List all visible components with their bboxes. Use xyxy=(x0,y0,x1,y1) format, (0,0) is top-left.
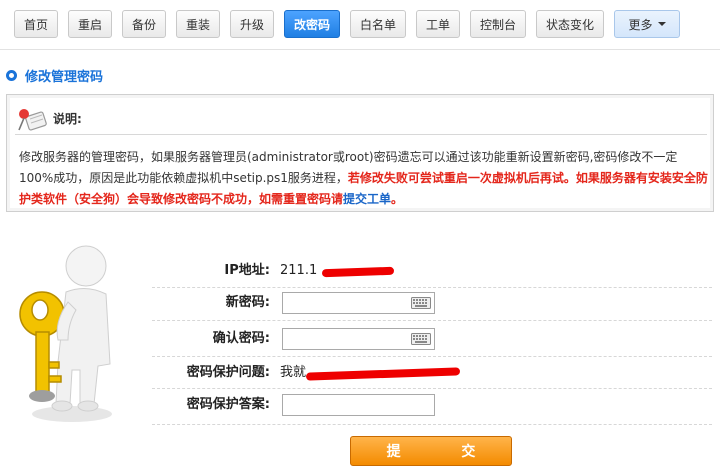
tab-backup[interactable]: 备份 xyxy=(122,10,166,38)
tab-more-dropdown[interactable]: 更多 xyxy=(614,10,680,38)
tab-label: 备份 xyxy=(131,17,156,32)
virtual-keyboard-icon[interactable] xyxy=(411,333,431,345)
ip-row: IP地址: 211.1 xyxy=(152,256,712,286)
ip-label: IP地址: xyxy=(224,263,270,278)
tab-restart[interactable]: 重启 xyxy=(68,10,112,38)
tab-label: 白名单 xyxy=(359,17,396,32)
tab-label: 工单 xyxy=(425,17,450,32)
row-divider xyxy=(152,320,712,321)
security-answer-input[interactable] xyxy=(282,394,435,416)
row-divider xyxy=(152,356,712,357)
tab-change-password[interactable]: 改密码 xyxy=(284,10,340,38)
virtual-keyboard-icon[interactable] xyxy=(411,297,431,309)
notice-box: 说明: 修改服务器的管理密码，如果服务器管理员(administrator或ro… xyxy=(6,94,714,212)
tab-label: 升级 xyxy=(239,17,264,32)
bullet-circle-icon xyxy=(6,70,17,81)
security-answer-label: 密码保护答案: xyxy=(186,397,270,412)
row-divider xyxy=(152,388,712,389)
redaction-mark xyxy=(321,266,395,278)
tab-reinstall[interactable]: 重装 xyxy=(176,10,220,38)
section-title: 修改管理密码 xyxy=(25,70,104,85)
submit-ticket-link[interactable]: 提交工单 xyxy=(343,192,391,206)
tab-status-change[interactable]: 状态变化 xyxy=(536,10,604,38)
caret-down-icon xyxy=(657,22,666,26)
tab-ticket[interactable]: 工单 xyxy=(416,10,460,38)
row-divider xyxy=(152,424,712,425)
ip-value: 211.1 xyxy=(280,263,318,278)
confirm-password-label: 确认密码: xyxy=(212,331,270,346)
tab-label: 改密码 xyxy=(293,17,330,32)
notice-text-end: 。 xyxy=(391,192,404,206)
notice-text: 修改服务器的管理密码，如果服务器管理员(administrator或root)密… xyxy=(19,147,709,210)
tab-label: 控制台 xyxy=(479,17,516,32)
tab-console[interactable]: 控制台 xyxy=(470,10,526,38)
security-question-row: 密码保护问题: 我就 xyxy=(152,358,712,388)
confirm-password-row: 确认密码: xyxy=(152,324,712,354)
notice-heading: 说明: xyxy=(53,112,82,126)
new-password-row: 新密码: xyxy=(152,288,712,318)
tab-home[interactable]: 首页 xyxy=(14,10,58,38)
tab-label: 重启 xyxy=(77,17,102,32)
tab-label: 重装 xyxy=(185,17,210,32)
security-answer-row: 密码保护答案: xyxy=(152,390,712,420)
notice-header: 说明: xyxy=(15,103,707,135)
tab-label: 更多 xyxy=(628,17,653,32)
section-header: 修改管理密码 xyxy=(6,66,103,85)
security-question-value: 我就 xyxy=(280,365,307,380)
top-tab-bar: 首页 重启 备份 重装 升级 改密码 白名单 工单 控制台 状态变化 更多 xyxy=(0,0,720,50)
person-with-key-illustration xyxy=(19,245,112,422)
security-question-label: 密码保护问题: xyxy=(186,365,270,380)
tab-label: 状态变化 xyxy=(545,17,594,32)
pushpin-note-icon xyxy=(18,108,47,131)
redaction-mark xyxy=(305,367,461,381)
divider xyxy=(0,49,720,50)
submit-button[interactable]: 提 交 xyxy=(350,436,512,466)
new-password-label: 新密码: xyxy=(225,295,270,310)
tab-whitelist[interactable]: 白名单 xyxy=(350,10,406,38)
tab-label: 首页 xyxy=(23,17,48,32)
tab-upgrade[interactable]: 升级 xyxy=(230,10,274,38)
